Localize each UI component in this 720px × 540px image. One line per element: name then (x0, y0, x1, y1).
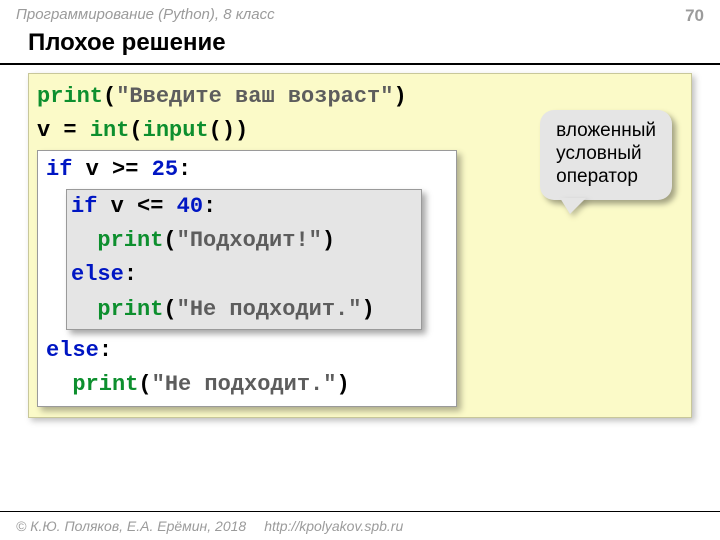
code-if-inner: if v <= 40: (71, 190, 413, 224)
string-literal: "Введите ваш возраст" (116, 84, 393, 109)
paren: ) (336, 372, 349, 397)
code-if-outer: if v >= 25: (46, 153, 448, 187)
paren: ) (393, 84, 406, 109)
print-fn: print (97, 297, 163, 322)
paren: ( (163, 297, 176, 322)
colon: : (124, 262, 137, 287)
cond-text: v <= (97, 194, 176, 219)
int-fn: int (90, 118, 130, 143)
paren: ()) (209, 118, 249, 143)
page-number: 70 (685, 6, 704, 26)
code-else-inner: else: (71, 258, 413, 292)
code-print-no-2: print("Не подходит.") (46, 368, 448, 402)
course-label: Программирование (Python), 8 класс (0, 0, 720, 25)
callout-nested-operator: вложенный условный оператор (540, 110, 672, 200)
assign: v = (37, 118, 90, 143)
title-rule (0, 63, 720, 65)
callout-line: условный (556, 143, 656, 166)
colon: : (99, 338, 112, 363)
paren: ) (361, 297, 374, 322)
print-fn: print (72, 372, 138, 397)
paren: ) (322, 228, 335, 253)
outer-if-box: if v >= 25: if v <= 40: print("Подходит!… (37, 150, 457, 407)
code-else-outer: else: (46, 334, 448, 368)
code-print-ok: print("Подходит!") (71, 224, 413, 258)
copyright: © К.Ю. Поляков, Е.А. Ерёмин, 2018 (16, 518, 246, 534)
callout-line: вложенный (556, 120, 656, 143)
number-literal: 40 (177, 194, 203, 219)
paren: ( (138, 372, 151, 397)
string-literal: "Не подходит." (177, 297, 362, 322)
paren: ( (103, 84, 116, 109)
if-keyword: if (46, 157, 72, 182)
print-fn: print (37, 84, 103, 109)
string-literal: "Не подходит." (152, 372, 337, 397)
inner-if-box: if v <= 40: print("Подходит!") else: pri… (66, 189, 422, 329)
colon: : (203, 194, 216, 219)
colon: : (178, 157, 191, 182)
code-line-1: print("Введите ваш возраст") (37, 80, 683, 114)
number-literal: 25 (152, 157, 178, 182)
slide-title: Плохое решение (0, 25, 720, 63)
else-keyword: else (46, 338, 99, 363)
cond-text: v >= (72, 157, 151, 182)
string-literal: "Подходит!" (177, 228, 322, 253)
callout-line: оператор (556, 166, 656, 189)
input-fn: input (143, 118, 209, 143)
footer: © К.Ю. Поляков, Е.А. Ерёмин, 2018 http:/… (0, 511, 720, 540)
paren: ( (163, 228, 176, 253)
if-keyword: if (71, 194, 97, 219)
paren: ( (129, 118, 142, 143)
code-print-no-1: print("Не подходит.") (71, 293, 413, 327)
else-keyword: else (71, 262, 124, 287)
footer-url: http://kpolyakov.spb.ru (264, 518, 403, 534)
print-fn: print (97, 228, 163, 253)
